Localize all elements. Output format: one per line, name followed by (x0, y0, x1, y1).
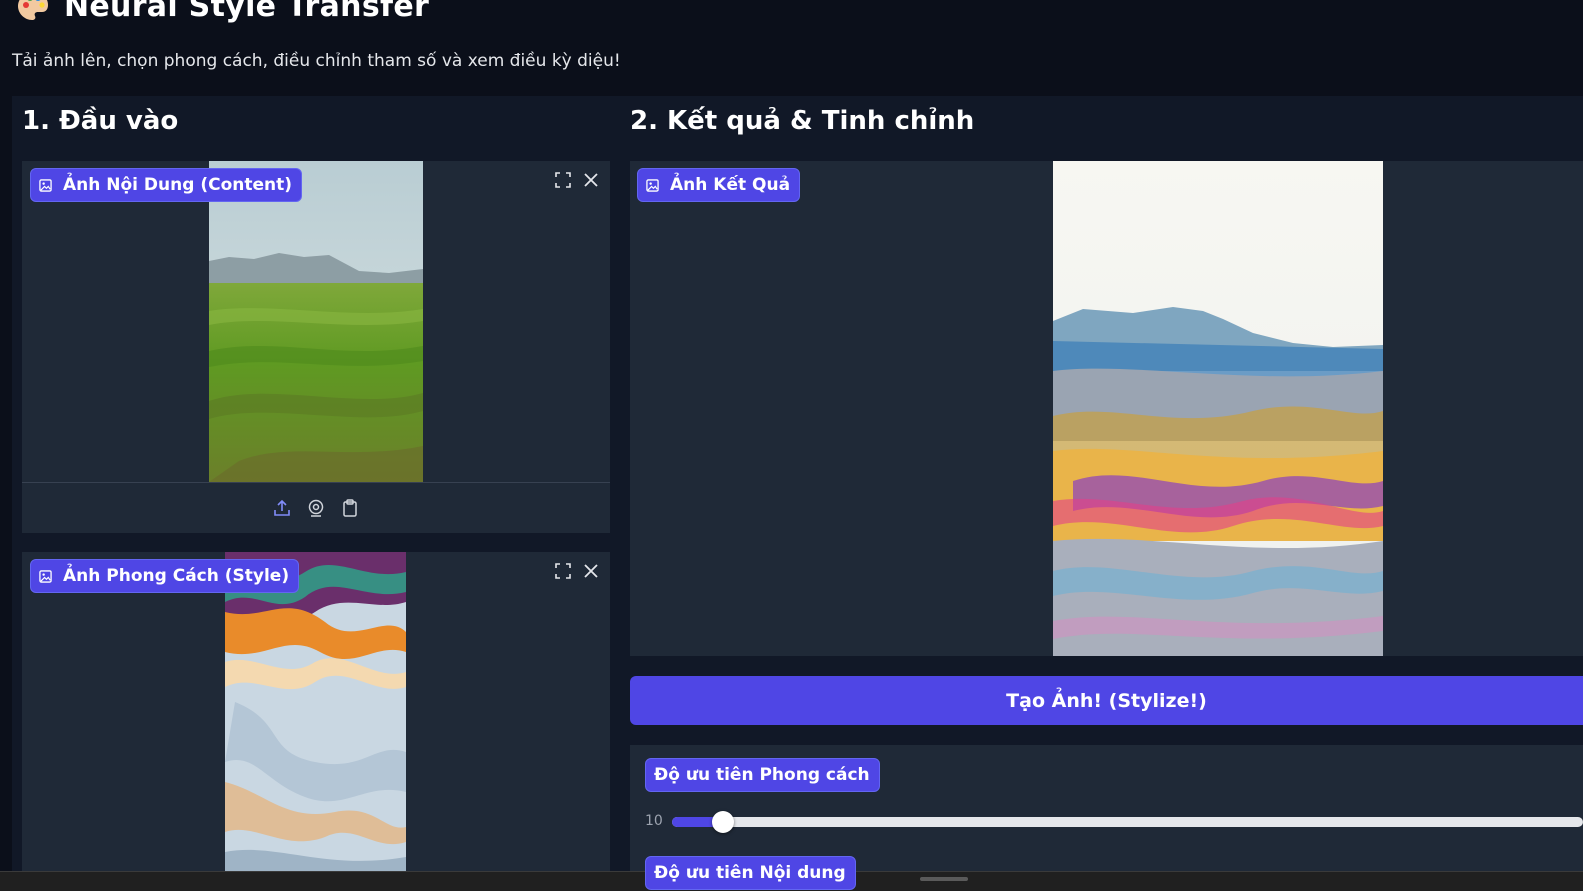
app-header: Neural Style Transfer (16, 0, 429, 26)
style-image-controls (553, 561, 601, 581)
style-image-label-text: Ảnh Phong Cách (Style) (63, 566, 290, 586)
image-icon (39, 569, 52, 583)
palette-icon (16, 0, 50, 23)
fullscreen-icon[interactable] (553, 561, 573, 581)
result-image (1053, 161, 1383, 656)
content-image (209, 161, 423, 482)
style-weight-value: 10 (645, 813, 663, 829)
content-image-label: Ảnh Nội Dung (Content) (30, 168, 303, 202)
content-image-toolbar (22, 482, 610, 533)
close-icon[interactable] (581, 170, 601, 190)
stylize-button[interactable]: Tạo Ảnh! (Stylize!) (630, 676, 1583, 725)
result-image-label: Ảnh Kết Quả (637, 168, 801, 202)
page-title: Neural Style Transfer (64, 0, 430, 24)
fullscreen-icon[interactable] (553, 170, 573, 190)
close-icon[interactable] (581, 561, 601, 581)
content-image-controls (553, 170, 601, 190)
output-section-heading: 2. Kết quả & Tinh chỉnh (630, 106, 975, 136)
content-weight-label: Độ ưu tiên Nội dung (645, 856, 856, 890)
clipboard-icon[interactable] (340, 498, 360, 518)
image-icon (39, 178, 52, 192)
upload-icon[interactable] (272, 498, 292, 518)
style-weight-label-text: Độ ưu tiên Phong cách (654, 765, 870, 785)
resize-handle[interactable] (920, 877, 968, 881)
style-image-label: Ảnh Phong Cách (Style) (30, 559, 300, 593)
input-section-heading: 1. Đầu vào (22, 106, 179, 136)
image-icon (646, 178, 659, 192)
style-weight-slider-thumb[interactable] (712, 811, 734, 833)
result-image-label-text: Ảnh Kết Quả (670, 175, 791, 195)
content-image-label-text: Ảnh Nội Dung (Content) (63, 175, 293, 195)
style-weight-label: Độ ưu tiên Phong cách (645, 758, 880, 792)
webcam-icon[interactable] (306, 498, 326, 518)
content-weight-label-text: Độ ưu tiên Nội dung (654, 863, 846, 883)
style-weight-slider-track[interactable] (672, 817, 1583, 827)
style-image (225, 552, 406, 871)
page-subtitle: Tải ảnh lên, chọn phong cách, điều chỉnh… (12, 51, 621, 71)
